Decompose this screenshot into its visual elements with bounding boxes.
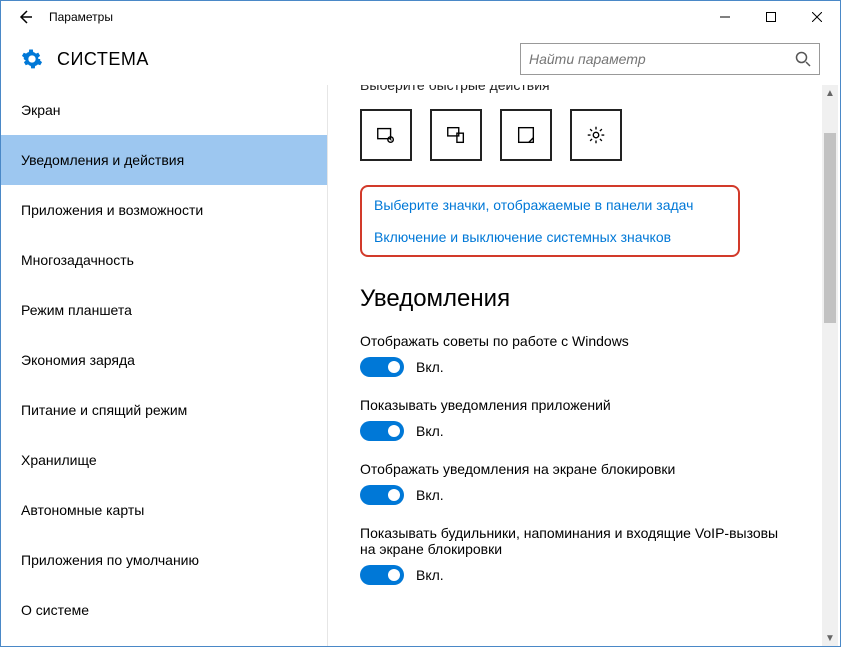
toggle-switch[interactable] (360, 485, 404, 505)
toggle-state: Вкл. (416, 567, 444, 583)
toggle-state: Вкл. (416, 359, 444, 375)
sidebar-item-tablet[interactable]: Режим планшета (1, 285, 327, 335)
toggle-label: Показывать будильники, напоминания и вхо… (360, 525, 780, 557)
sidebar-item-power[interactable]: Питание и спящий режим (1, 385, 327, 435)
sidebar: Экран Уведомления и действия Приложения … (1, 85, 328, 646)
toggle-label: Показывать уведомления приложений (360, 397, 816, 413)
maximize-button[interactable] (748, 1, 794, 33)
header: СИСТЕМА (1, 33, 840, 85)
quick-action-note[interactable] (500, 109, 552, 161)
quick-actions-heading: Выберите быстрые действия (360, 85, 816, 93)
toggle-switch[interactable] (360, 421, 404, 441)
quick-action-connect[interactable] (430, 109, 482, 161)
sidebar-item-battery[interactable]: Экономия заряда (1, 335, 327, 385)
sidebar-item-display[interactable]: Экран (1, 85, 327, 135)
scrollbar-vertical[interactable]: ▲ ▼ (822, 85, 838, 646)
back-button[interactable] (9, 1, 41, 33)
sidebar-item-maps[interactable]: Автономные карты (1, 485, 327, 535)
content-pane: Выберите быстрые действия Выберите значк… (328, 85, 840, 646)
notifications-heading: Уведомления (360, 285, 816, 313)
toggle-label: Отображать советы по работе с Windows (360, 333, 816, 349)
close-button[interactable] (794, 1, 840, 33)
toggle-state: Вкл. (416, 487, 444, 503)
link-taskbar-icons[interactable]: Выберите значки, отображаемые в панели з… (374, 197, 726, 213)
toggle-app-notifications: Показывать уведомления приложений Вкл. (360, 397, 816, 441)
window-title: Параметры (49, 10, 113, 24)
titlebar: Параметры (1, 1, 840, 33)
search-box[interactable] (520, 43, 820, 75)
sidebar-item-multitasking[interactable]: Многозадачность (1, 235, 327, 285)
quick-action-row (360, 109, 816, 161)
toggle-alarms-voip: Показывать будильники, напоминания и вхо… (360, 525, 816, 585)
minimize-button[interactable] (702, 1, 748, 33)
toggle-switch[interactable] (360, 565, 404, 585)
search-icon (795, 51, 811, 67)
scroll-up-arrow[interactable]: ▲ (822, 85, 838, 101)
sidebar-item-storage[interactable]: Хранилище (1, 435, 327, 485)
highlight-box: Выберите значки, отображаемые в панели з… (360, 185, 740, 257)
scrollbar-thumb[interactable] (824, 133, 836, 323)
sidebar-item-default-apps[interactable]: Приложения по умолчанию (1, 535, 327, 585)
toggle-windows-tips: Отображать советы по работе с Windows Вк… (360, 333, 816, 377)
quick-action-settings[interactable] (570, 109, 622, 161)
page-title: СИСТЕМА (57, 49, 149, 70)
gear-icon (21, 48, 43, 70)
sidebar-item-about[interactable]: О системе (1, 585, 327, 635)
sidebar-item-apps[interactable]: Приложения и возможности (1, 185, 327, 235)
link-system-icons[interactable]: Включение и выключение системных значков (374, 229, 726, 245)
sidebar-item-notifications[interactable]: Уведомления и действия (1, 135, 327, 185)
scroll-down-arrow[interactable]: ▼ (822, 630, 838, 646)
quick-action-tablet[interactable] (360, 109, 412, 161)
toggle-lockscreen-notifications: Отображать уведомления на экране блокиро… (360, 461, 816, 505)
toggle-switch[interactable] (360, 357, 404, 377)
toggle-state: Вкл. (416, 423, 444, 439)
search-input[interactable] (529, 51, 795, 67)
toggle-label: Отображать уведомления на экране блокиро… (360, 461, 816, 477)
